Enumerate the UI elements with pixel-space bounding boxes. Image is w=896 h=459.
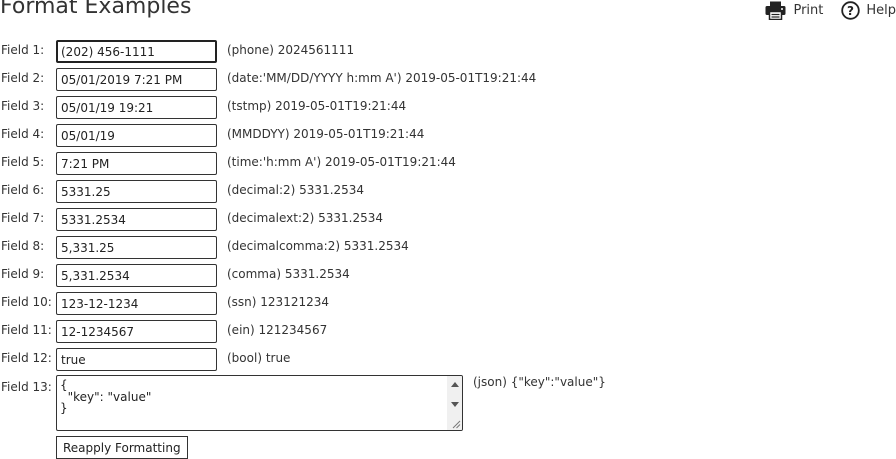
field-label: Field 6:: [1, 183, 45, 197]
field-11-input[interactable]: [56, 320, 217, 343]
field-note: (MMDDYY) 2019-05-01T19:21:44: [227, 127, 425, 141]
field-7-input[interactable]: [56, 208, 217, 231]
field-row-11: Field 11: (ein) 121234567: [0, 320, 896, 348]
json-textarea-frame: { "key": "value" }: [56, 375, 463, 431]
field-label: Field 7:: [1, 211, 45, 225]
reapply-formatting-button[interactable]: Reapply Formatting: [56, 436, 188, 459]
field-10-input[interactable]: [56, 292, 217, 315]
field-label: Field 13:: [1, 380, 52, 394]
field-row-7: Field 7: (decimalext:2) 5331.2534: [0, 208, 896, 236]
field-note: (decimal:2) 5331.2534: [227, 183, 365, 197]
field-row-1: Field 1: (phone) 2024561111: [0, 40, 896, 68]
field-note: (date:'MM/DD/YYYY h:mm A') 2019-05-01T19…: [227, 71, 537, 85]
field-label: Field 3:: [1, 99, 45, 113]
field-row-5: Field 5: (time:'h:mm A') 2019-05-01T19:2…: [0, 152, 896, 180]
field-note: (tstmp) 2019-05-01T19:21:44: [227, 99, 407, 113]
field-note: (bool) true: [227, 351, 291, 365]
field-label: Field 5:: [1, 155, 45, 169]
field-note: (decimalcomma:2) 5331.2534: [227, 239, 409, 253]
field-1-input[interactable]: [56, 40, 217, 63]
field-label: Field 11:: [1, 323, 52, 337]
top-actions: Print ? Help: [765, 0, 896, 20]
field-note: (decimalext:2) 5331.2534: [227, 211, 384, 225]
field-note: (time:'h:mm A') 2019-05-01T19:21:44: [227, 155, 456, 169]
field-label: Field 12:: [1, 351, 52, 365]
field-row-3: Field 3: (tstmp) 2019-05-01T19:21:44: [0, 96, 896, 124]
field-row-12: Field 12: (bool) true: [0, 348, 896, 376]
field-note: (ein) 121234567: [227, 323, 328, 337]
field-label: Field 8:: [1, 239, 45, 253]
svg-text:?: ?: [847, 4, 854, 18]
field-row-10: Field 10: (ssn) 123121234: [0, 292, 896, 320]
printer-icon: [765, 1, 786, 20]
question-circle-icon: ?: [841, 0, 861, 20]
format-fields: Field 1: (phone) 2024561111 Field 2: (da…: [0, 40, 896, 376]
field-row-2: Field 2: (date:'MM/DD/YYYY h:mm A') 2019…: [0, 68, 896, 96]
print-link[interactable]: Print: [765, 1, 823, 20]
field-row-6: Field 6: (decimal:2) 5331.2534: [0, 180, 896, 208]
field-2-input[interactable]: [56, 68, 217, 91]
field-note: (ssn) 123121234: [227, 295, 329, 309]
help-link[interactable]: ? Help: [841, 0, 896, 20]
field-label: Field 9:: [1, 267, 45, 281]
scroll-up-arrow-icon[interactable]: [451, 382, 459, 387]
field-note: (phone) 2024561111: [227, 43, 355, 57]
field-label: Field 10:: [1, 295, 52, 309]
field-row-13: Field 13: { "key": "value" } (json) {"ke…: [0, 375, 896, 435]
field-note: (json) {"key":"value"}: [473, 375, 606, 389]
field-13-textarea[interactable]: { "key": "value" }: [57, 376, 447, 430]
field-4-input[interactable]: [56, 124, 217, 147]
field-8-input[interactable]: [56, 236, 217, 259]
field-row-9: Field 9: (comma) 5331.2534: [0, 264, 896, 292]
field-12-input[interactable]: [56, 348, 217, 371]
field-label: Field 2:: [1, 71, 45, 85]
field-row-8: Field 8: (decimalcomma:2) 5331.2534: [0, 236, 896, 264]
field-note: (comma) 5331.2534: [227, 267, 350, 281]
help-label: Help: [866, 2, 896, 18]
print-label: Print: [793, 2, 824, 18]
field-6-input[interactable]: [56, 180, 217, 203]
field-9-input[interactable]: [56, 264, 217, 287]
field-row-4: Field 4: (MMDDYY) 2019-05-01T19:21:44: [0, 124, 896, 152]
field-label: Field 1:: [1, 43, 45, 57]
field-5-input[interactable]: [56, 152, 217, 175]
resize-grip-icon[interactable]: [452, 420, 461, 429]
field-3-input[interactable]: [56, 96, 217, 119]
field-label: Field 4:: [1, 127, 45, 141]
scroll-down-arrow-icon[interactable]: [451, 402, 459, 407]
page-title: Format Examples: [0, 0, 192, 19]
